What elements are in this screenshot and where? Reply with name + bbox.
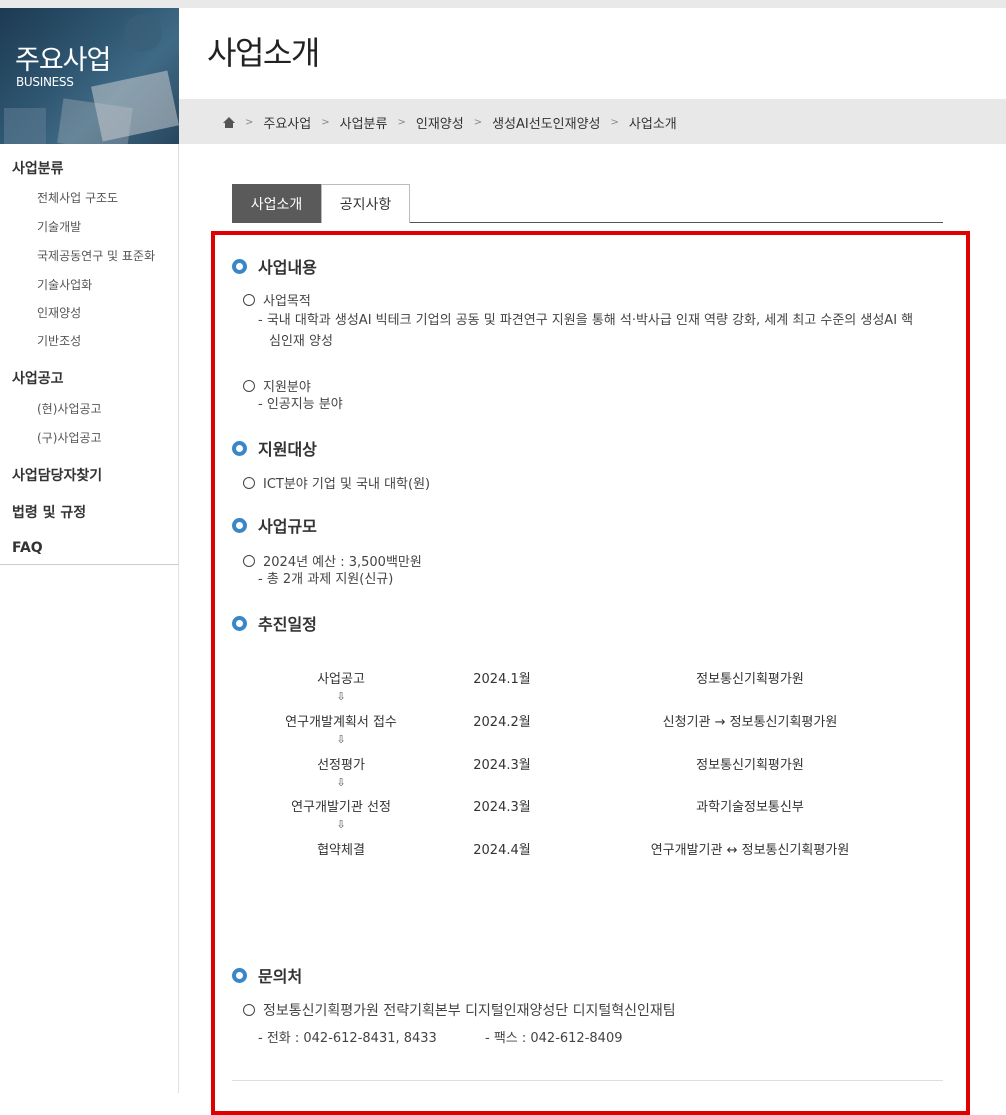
schedule-org: 과학기술정보통신부: [696, 800, 804, 815]
section-title: 추진일정: [232, 611, 317, 635]
contact-fax: - 팩스 : 042-612-8409: [485, 1031, 623, 1046]
divider: [232, 1080, 943, 1081]
ring-bullet-icon: [232, 967, 247, 983]
content-divider: [178, 565, 179, 1093]
item-label: 사업목적: [263, 294, 311, 309]
breadcrumb-current[interactable]: 사업소개: [629, 113, 677, 132]
tab-business-intro[interactable]: 사업소개: [232, 184, 321, 223]
breadcrumb-separator: >: [473, 117, 483, 128]
section-title-text: 지원대상: [258, 440, 317, 459]
nav-link[interactable]: 법령 및 규정: [12, 502, 86, 522]
schedule-step: 선정평가: [317, 758, 365, 773]
list-item: 사업목적: [243, 290, 311, 309]
schedule-org: 신청기관 → 정보통신기획평가원: [662, 715, 838, 730]
banner-subtitle: BUSINESS: [16, 75, 74, 89]
list-item: 정보통신기획평가원 전략기획본부 디지털인재양성단 디지털혁신인재팀: [243, 1000, 676, 1020]
schedule-org: 연구개발기관 ↔ 정보통신기획평가원: [650, 843, 850, 858]
nav-group-title[interactable]: 사업공고: [12, 368, 64, 388]
item-label: ICT분야 기업 및 국내 대학(원): [263, 477, 431, 492]
breadcrumb-separator: >: [397, 117, 406, 128]
section-title-text: 문의처: [258, 967, 303, 986]
nav-item[interactable]: 기반조성: [37, 332, 81, 349]
top-strip: [0, 0, 1006, 8]
breadcrumb-bar: > 주요사업 > 사업분류 > 인재양성 > 생성AI선도인재양성 > 사업소개: [179, 99, 1006, 144]
circle-bullet-icon: [243, 476, 255, 489]
section-banner: 주요사업 BUSINESS: [0, 8, 179, 144]
breadcrumb-item[interactable]: 생성AI선도인재양성: [492, 113, 600, 132]
nav-item[interactable]: 전체사업 구조도: [37, 189, 118, 206]
nav-link[interactable]: FAQ: [12, 540, 43, 556]
nav-item[interactable]: 국제공동연구 및 표준화: [37, 247, 155, 264]
breadcrumb-separator: >: [321, 117, 330, 128]
banner-decoration: [4, 108, 46, 144]
breadcrumb-item[interactable]: 주요사업: [263, 113, 311, 132]
item-description: 심인재 양성: [269, 334, 333, 349]
ring-bullet-icon: [232, 258, 247, 274]
breadcrumb-item[interactable]: 인재양성: [416, 113, 464, 132]
page-title: 사업소개: [207, 34, 320, 72]
down-arrow-icon: ⇩: [336, 776, 346, 789]
item-label: 2024년 예산 : 3,500백만원: [263, 555, 422, 570]
down-arrow-icon: ⇩: [336, 733, 346, 746]
section-title: 사업규모: [232, 513, 317, 537]
breadcrumb-separator: >: [610, 117, 619, 128]
section-title: 문의처: [232, 963, 302, 987]
ring-bullet-icon: [232, 517, 247, 533]
section-title: 사업내용: [232, 254, 317, 278]
down-arrow-icon: ⇩: [336, 690, 346, 703]
schedule-step: 연구개발기관 선정: [291, 800, 391, 815]
schedule-step: 연구개발계획서 접수: [285, 715, 397, 730]
item-description: - 국내 대학과 생성AI 빅테크 기업의 공동 및 파견연구 지원을 통해 석…: [258, 313, 914, 328]
item-label: 지원분야: [263, 380, 311, 395]
section-title-text: 사업규모: [258, 517, 317, 536]
schedule-step: 사업공고: [317, 672, 365, 687]
nav-item[interactable]: 인재양성: [37, 304, 81, 321]
breadcrumb-item[interactable]: 사업분류: [340, 113, 388, 132]
tab-notice[interactable]: 공지사항: [321, 184, 410, 223]
nav-item[interactable]: (구)사업공고: [37, 429, 102, 446]
schedule-date: 2024.1월: [473, 672, 531, 687]
circle-bullet-icon: [243, 379, 255, 392]
section-title-text: 추진일정: [258, 615, 317, 634]
circle-bullet-icon: [243, 554, 255, 567]
circle-bullet-icon: [243, 293, 255, 306]
home-icon[interactable]: [223, 116, 235, 129]
nav-item[interactable]: (현)사업공고: [37, 400, 102, 417]
breadcrumb: > 주요사업 > 사업분류 > 인재양성 > 생성AI선도인재양성 > 사업소개: [223, 113, 677, 132]
list-item: ICT분야 기업 및 국내 대학(원): [243, 473, 430, 492]
nav-link[interactable]: 사업담당자찾기: [12, 465, 102, 485]
item-description: - 인공지능 분야: [258, 397, 343, 412]
schedule-date: 2024.3월: [473, 758, 531, 773]
schedule-org: 정보통신기획평가원: [696, 672, 804, 687]
nav-group-title[interactable]: 사업분류: [12, 158, 64, 178]
section-title: 지원대상: [232, 436, 317, 460]
circle-bullet-icon: [243, 1004, 255, 1016]
contact-phone: - 전화 : 042-612-8431, 8433: [258, 1031, 437, 1046]
schedule-org: 정보통신기획평가원: [696, 758, 804, 773]
schedule-date: 2024.4월: [473, 843, 531, 858]
schedule-date: 2024.3월: [473, 800, 531, 815]
section-title-text: 사업내용: [258, 258, 317, 277]
nav-item[interactable]: 기술사업화: [37, 276, 92, 293]
nav-item[interactable]: 기술개발: [37, 218, 81, 235]
item-description: - 총 2개 과제 지원(신규): [258, 572, 394, 587]
schedule-step: 협약체결: [317, 843, 365, 858]
schedule-date: 2024.2월: [473, 715, 531, 730]
ring-bullet-icon: [232, 615, 247, 631]
banner-title: 주요사업: [15, 45, 111, 76]
banner-decoration: [124, 14, 162, 52]
banner-decoration: [91, 70, 179, 142]
ring-bullet-icon: [232, 440, 247, 456]
down-arrow-icon: ⇩: [336, 818, 346, 831]
list-item: 지원분야: [243, 376, 311, 395]
list-item: 2024년 예산 : 3,500백만원: [243, 551, 422, 570]
tab-bar: 사업소개 공지사항: [232, 184, 943, 223]
item-label: 정보통신기획평가원 전략기획본부 디지털인재양성단 디지털혁신인재팀: [263, 1003, 676, 1019]
breadcrumb-separator: >: [245, 117, 254, 128]
left-nav: 사업분류 전체사업 구조도 기술개발 국제공동연구 및 표준화 기술사업화 인재…: [0, 144, 179, 565]
